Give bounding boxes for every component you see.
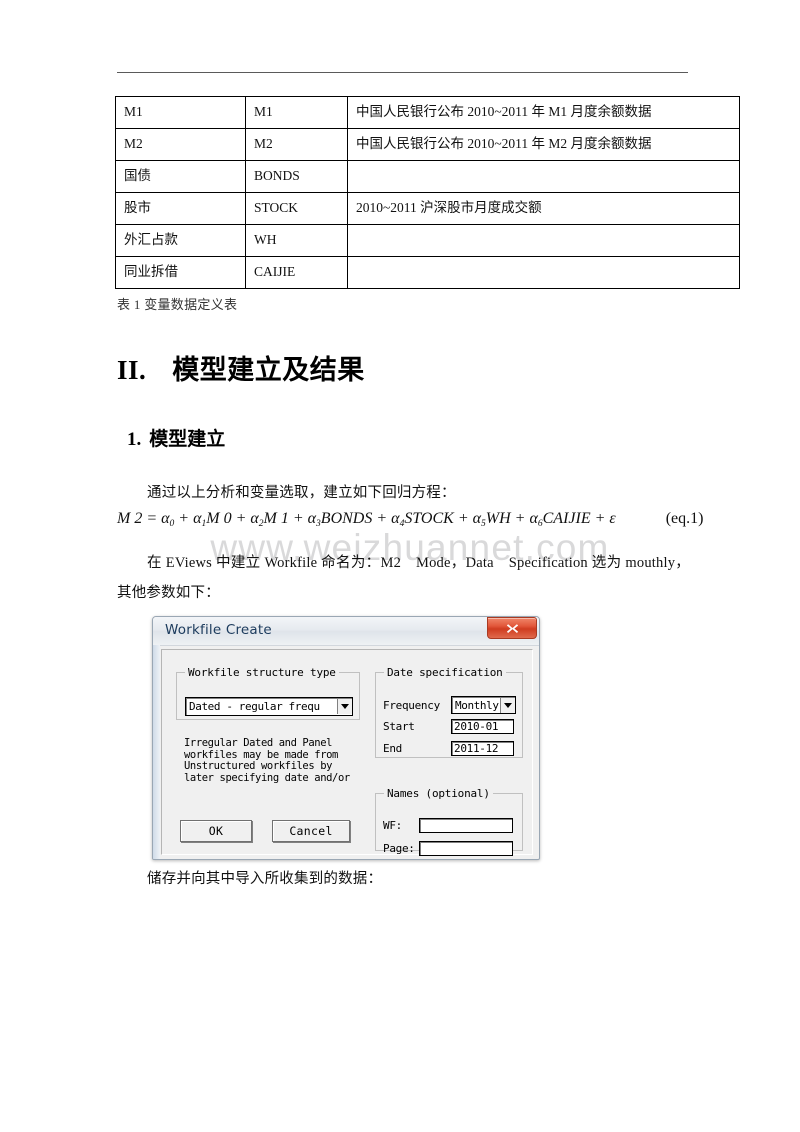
heading2-number: 1.: [127, 429, 142, 450]
equation-term-0: α0: [161, 510, 175, 529]
frequency-value: Monthly: [455, 698, 499, 712]
section-heading: 1. 模型建立: [127, 424, 225, 451]
dialog-help-text: Irregular Dated and Panel workfiles may …: [184, 738, 350, 784]
table-cell-chinese-name: 股市: [115, 192, 246, 225]
table-cell-chinese-name: 国债: [115, 160, 246, 193]
end-label: End: [383, 742, 402, 755]
heading1-text: 模型建立及结果: [172, 355, 365, 386]
table-cell-description: 中国人民银行公布 2010~2011 年 M2 月度余额数据: [347, 128, 740, 161]
regression-equation: M 2 = α0 + α1M 0 + α2M 1 + α3BONDS + α4S…: [117, 510, 704, 529]
table-cell-description: [347, 256, 740, 289]
frequency-row: Frequency Monthly: [383, 696, 516, 714]
table-row: 国债 BONDS: [115, 160, 740, 193]
table-row: M1 M1 中国人民银行公布 2010~2011 年 M1 月度余额数据: [115, 96, 740, 129]
dialog-left-strip: [153, 645, 160, 859]
page-row: Page:: [383, 841, 513, 856]
end-date-input[interactable]: 2011-12: [451, 741, 514, 756]
equation-term-5: α5WH: [472, 510, 511, 529]
table-cell-code: M1: [245, 96, 348, 129]
table-cell-code: CAIJIE: [245, 256, 348, 289]
close-icon[interactable]: [487, 617, 537, 639]
table-row: M2 M2 中国人民银行公布 2010~2011 年 M2 月度余额数据: [115, 128, 740, 161]
date-specification-legend: Date specification: [387, 666, 503, 679]
start-date-input[interactable]: 2010-01: [451, 719, 514, 734]
ok-button[interactable]: OK: [180, 820, 252, 842]
table-cell-chinese-name: M2: [115, 128, 246, 161]
workfile-structure-group: Workfile structure type Dated - regular …: [176, 666, 360, 720]
table-cell-chinese-name: M1: [115, 96, 246, 129]
page-label: Page:: [383, 842, 415, 855]
equation-number: (eq.1): [665, 510, 704, 527]
equation-term-2: α2M 1: [250, 510, 289, 529]
equation-operator: +: [235, 510, 247, 527]
workfile-structure-value: Dated - regular frequ: [189, 700, 320, 713]
workfile-create-dialog: Workfile Create Workfile structure type …: [152, 616, 540, 860]
equation-operator: +: [178, 510, 190, 527]
workfile-structure-dropdown[interactable]: Dated - regular frequ: [185, 697, 353, 716]
wf-row: WF:: [383, 818, 513, 833]
table-cell-chinese-name: 同业拆借: [115, 256, 246, 289]
equation-operator: +: [376, 510, 388, 527]
frequency-dropdown[interactable]: Monthly: [451, 696, 516, 714]
chevron-down-icon[interactable]: [337, 699, 352, 714]
date-specification-group: Date specification Frequency Monthly Sta…: [375, 666, 523, 758]
equation-operator: +: [514, 510, 526, 527]
equation-term-1: α1M 0: [193, 510, 232, 529]
table-cell-description: 2010~2011 沪深股市月度成交额: [347, 192, 740, 225]
dialog-body: Workfile structure type Dated - regular …: [161, 649, 533, 856]
equation-operator: +: [292, 510, 304, 527]
end-row: End 2011-12: [383, 741, 514, 756]
table-cell-code: WH: [245, 224, 348, 257]
equation-term-6: α6CAIJIE: [529, 510, 591, 529]
document-page: www.weizhuannet.com M1 M1 中国人民银行公布 2010~…: [0, 0, 800, 1132]
start-row: Start 2010-01: [383, 719, 514, 734]
equation-error-term: ε: [609, 510, 616, 527]
table-cell-description: [347, 224, 740, 257]
table-cell-description: 中国人民银行公布 2010~2011 年 M1 月度余额数据: [347, 96, 740, 129]
heading2-text: 模型建立: [149, 428, 226, 450]
page-name-input[interactable]: [419, 841, 513, 856]
paragraph-store: 储存并向其中导入所收集到的数据：: [147, 871, 383, 887]
names-group: Names (optional) WF: Page:: [375, 787, 523, 856]
page-title: II. 模型建立及结果: [117, 348, 365, 387]
paragraph-intro: 通过以上分析和变量选取，建立如下回归方程：: [147, 485, 456, 501]
equation-operator: +: [594, 510, 606, 527]
heading1-number: II.: [117, 355, 147, 385]
wf-name-input[interactable]: [419, 818, 513, 833]
wf-label: WF:: [383, 819, 402, 832]
table-row: 外汇占款 WH: [115, 224, 740, 257]
table-cell-chinese-name: 外汇占款: [115, 224, 246, 257]
equation-term-4: α4STOCK: [391, 510, 454, 529]
workfile-structure-legend: Workfile structure type: [188, 666, 336, 679]
table-cell-description: [347, 160, 740, 193]
table-row: 股市 STOCK 2010~2011 沪深股市月度成交额: [115, 192, 740, 225]
equation-lhs: M 2 =: [117, 510, 158, 527]
dialog-titlebar[interactable]: Workfile Create: [153, 617, 539, 646]
chevron-down-icon[interactable]: [500, 697, 515, 713]
table-cell-code: STOCK: [245, 192, 348, 225]
frequency-label: Frequency: [383, 698, 440, 712]
table-cell-code: BONDS: [245, 160, 348, 193]
paragraph-eviews: 在 EViews 中建立 Workfile 命名为：M2 Mode，Data S…: [117, 555, 690, 601]
header-rule: [117, 72, 688, 73]
table-caption: 表 1 变量数据定义表: [117, 297, 238, 312]
equation-term-3: α3BONDS: [307, 510, 373, 529]
table-cell-code: M2: [245, 128, 348, 161]
equation-operator: +: [457, 510, 469, 527]
variable-definition-table: M1 M1 中国人民银行公布 2010~2011 年 M1 月度余额数据 M2 …: [115, 96, 740, 289]
cancel-button[interactable]: Cancel: [272, 820, 350, 842]
dialog-title: Workfile Create: [165, 622, 272, 638]
table-row: 同业拆借 CAIJIE: [115, 256, 740, 289]
names-legend: Names (optional): [387, 787, 490, 800]
start-label: Start: [383, 720, 415, 733]
